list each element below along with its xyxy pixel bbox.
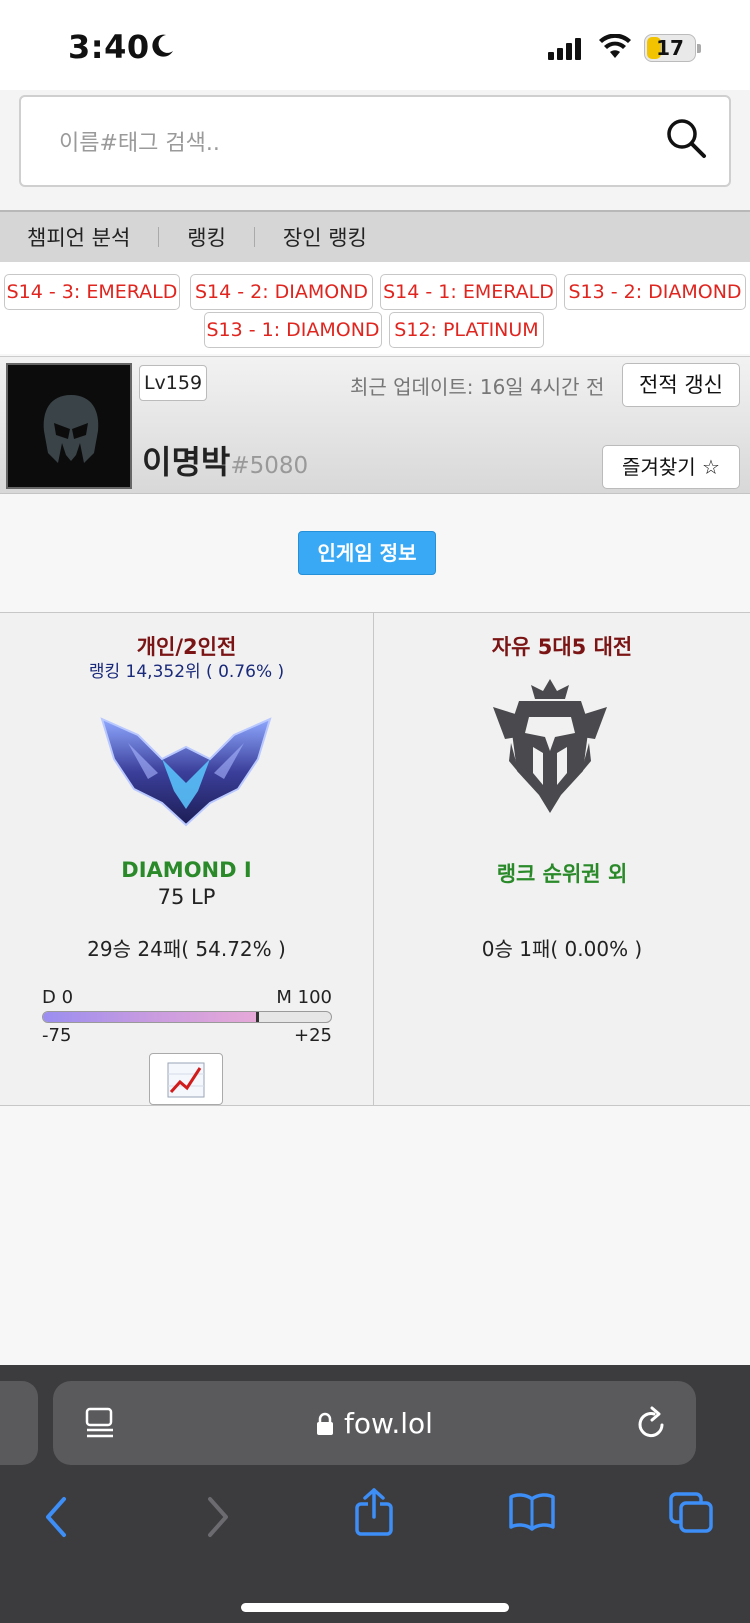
cellular-signal-icon <box>548 36 581 60</box>
solo-ranking-text: 랭킹 14,352위 ( 0.76% ) <box>88 662 285 682</box>
nav-ranking[interactable]: 랭킹 <box>159 222 254 252</box>
nav-champion-analysis[interactable]: 챔피언 분석 <box>0 222 158 252</box>
home-indicator <box>241 1603 509 1612</box>
lp-progress-fill <box>43 1012 259 1022</box>
refresh-button[interactable]: 전적 갱신 <box>622 363 740 407</box>
url-text: fow.lol <box>344 1407 433 1440</box>
solo-record: 29승 24패( 54.72% ) <box>87 937 286 961</box>
bookmarks-icon[interactable] <box>508 1491 556 1531</box>
main-nav: 챔피언 분석 랭킹 장인 랭킹 <box>0 210 750 262</box>
season-chip: S14 - 1: EMERALD <box>380 274 557 310</box>
lock-icon <box>317 1412 334 1435</box>
season-chip: S14 - 2: DIAMOND <box>190 274 373 310</box>
summoner-tag: #5080 <box>230 453 309 479</box>
summoner-profile: Lv159 최근 업데이트: 16일 4시간 전 전적 갱신 이명박#5080 … <box>0 356 750 494</box>
solo-lp: 75 LP <box>157 885 216 909</box>
profile-icon <box>6 363 132 489</box>
reload-icon[interactable] <box>636 1405 668 1441</box>
status-bar: 3:40 17 <box>0 0 750 90</box>
tabs-icon[interactable] <box>668 1491 714 1535</box>
share-icon[interactable] <box>354 1487 394 1537</box>
search-icon[interactable] <box>665 117 707 159</box>
bar-left-label: D 0 <box>42 987 74 1008</box>
diamond-emblem-icon <box>100 717 272 827</box>
search-placeholder: 이름#태그 검색.. <box>59 131 220 156</box>
bar-sub-right: +25 <box>294 1025 332 1046</box>
favorite-button[interactable]: 즐겨찾기 ☆ <box>602 445 740 489</box>
bar-right-label: M 100 <box>276 987 332 1008</box>
wifi-icon <box>599 34 631 58</box>
battery-icon: 17 <box>644 34 701 62</box>
solo-tier: DIAMOND I <box>121 858 252 882</box>
season-chip: S13 - 2: DIAMOND <box>564 274 746 310</box>
flex-tier: 랭크 순위권 외 <box>496 862 628 886</box>
rank-panels: 개인/2인전 랭킹 14,352위 ( 0.76% ) DIAMOND I 75… <box>0 612 750 1106</box>
summoner-name-text: 이명박 <box>142 443 231 481</box>
url-display: fow.lol <box>53 1407 696 1443</box>
chart-icon <box>167 1062 205 1098</box>
summoner-name: 이명박#5080 <box>142 437 308 483</box>
address-bar[interactable]: fow.lol <box>53 1381 696 1465</box>
season-chip: S13 - 1: DIAMOND <box>204 312 382 348</box>
browser-chrome: fow.lol <box>0 1365 750 1623</box>
lp-progress-bar <box>42 1011 332 1023</box>
back-icon[interactable] <box>42 1495 70 1539</box>
helmet-icon <box>43 395 99 463</box>
bar-sub-left: -75 <box>42 1025 72 1046</box>
battery-level: 17 <box>656 36 684 60</box>
season-chip: S14 - 3: EMERALD <box>4 274 180 310</box>
moon-icon <box>152 34 173 57</box>
last-updated: 최근 업데이트: 16일 4시간 전 <box>350 375 605 399</box>
season-history: S14 - 3: EMERALD S14 - 2: DIAMOND S14 - … <box>0 262 750 354</box>
status-time: 3:40 <box>68 28 150 66</box>
unranked-emblem-icon <box>493 679 607 813</box>
ingame-info-button[interactable]: 인게임 정보 <box>298 531 436 575</box>
search-input[interactable]: 이름#태그 검색.. <box>19 95 731 187</box>
flex-queue-panel: 자유 5대5 대전 랭크 순위권 외 0승 1패( 0.00% ) <box>375 613 749 1105</box>
search-area: 이름#태그 검색.. <box>0 90 750 210</box>
season-chip: S12: PLATINUM <box>389 312 544 348</box>
nav-mastery-ranking[interactable]: 장인 랭킹 <box>255 222 395 252</box>
solo-queue-panel: 개인/2인전 랭킹 14,352위 ( 0.76% ) DIAMOND I 75… <box>0 613 374 1105</box>
lp-graph-button[interactable] <box>149 1053 223 1105</box>
flex-queue-title: 자유 5대5 대전 <box>491 635 633 659</box>
previous-tab[interactable] <box>0 1381 38 1465</box>
flex-record: 0승 1패( 0.00% ) <box>481 937 643 961</box>
forward-icon[interactable] <box>204 1495 232 1539</box>
summoner-level: Lv159 <box>139 365 207 401</box>
